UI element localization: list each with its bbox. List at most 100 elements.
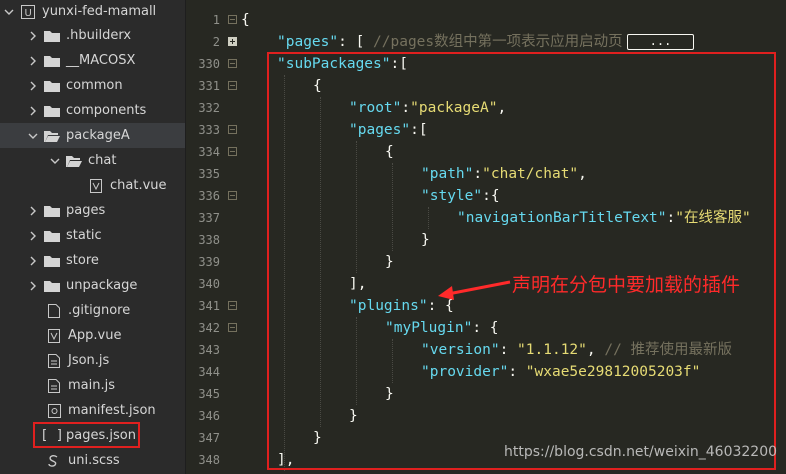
scss-file-icon	[46, 454, 62, 468]
vue-file-icon	[46, 328, 62, 343]
line-number: 337	[198, 211, 220, 225]
code-line-1: {	[241, 9, 250, 31]
fold-collapse-icon[interactable]	[228, 15, 237, 24]
js-file-icon	[46, 353, 62, 368]
file-icon	[46, 303, 62, 318]
folder-icon	[44, 204, 60, 218]
code-token: "pages"	[277, 34, 339, 50]
chevron-down-icon[interactable]	[4, 6, 14, 18]
chevron-right-icon[interactable]	[28, 230, 38, 242]
tree-item-label: main.js	[68, 378, 115, 393]
line-number: 339	[198, 255, 220, 269]
tree-item-app-vue[interactable]: App.vue	[0, 323, 185, 348]
line-number: 341	[198, 299, 220, 313]
tree-item-pages[interactable]: pages	[0, 198, 185, 223]
fold-collapse-icon[interactable]	[228, 323, 237, 332]
folder-icon	[44, 229, 60, 243]
vue-file-icon	[88, 178, 104, 193]
fold-collapse-icon[interactable]	[228, 191, 237, 200]
chevron-down-icon[interactable]	[50, 155, 60, 167]
project-explorer: U yunxi-fed-mamall .hbuilderx __MACOSX c…	[0, 0, 186, 474]
tree-item-uni-scss[interactable]: uni.scss	[0, 448, 185, 473]
chevron-right-icon[interactable]	[28, 105, 38, 117]
red-arrow-icon	[438, 280, 511, 300]
fold-expand-icon[interactable]	[228, 37, 237, 46]
line-number: 336	[198, 189, 220, 203]
tree-item-manifest-json[interactable]: manifest.json	[0, 398, 185, 423]
settings-file-icon	[46, 403, 62, 418]
tree-item-label: chat.vue	[110, 178, 167, 193]
tree-item-static[interactable]: static	[0, 223, 185, 248]
tree-item-label: Json.js	[68, 353, 110, 368]
line-number: 346	[198, 409, 220, 423]
line-number: 344	[198, 365, 220, 379]
line-number: 334	[198, 145, 220, 159]
chevron-right-icon[interactable]	[28, 205, 38, 217]
tree-item-label: __MACOSX	[66, 53, 136, 68]
chevron-right-icon[interactable]	[28, 255, 38, 267]
fold-collapse-icon[interactable]	[228, 125, 237, 134]
tree-item-unpackage[interactable]: unpackage	[0, 273, 185, 298]
line-number: 348	[198, 453, 220, 467]
tree-item-common[interactable]: common	[0, 73, 185, 98]
tree-item-json-js[interactable]: Json.js	[0, 348, 185, 373]
folder-icon	[44, 79, 60, 93]
project-root[interactable]: U yunxi-fed-mamall	[0, 0, 185, 24]
tree-item-label: packageA	[66, 128, 130, 143]
line-number: 338	[198, 233, 220, 247]
tree-item-label: store	[66, 253, 99, 268]
chevron-right-icon[interactable]	[28, 280, 38, 292]
svg-text:U: U	[25, 8, 32, 19]
project-name: yunxi-fed-mamall	[42, 4, 157, 19]
tree-item-main-js[interactable]: main.js	[0, 373, 185, 398]
chevron-right-icon[interactable]	[28, 80, 38, 92]
tree-item-label: pages	[66, 203, 106, 218]
fold-collapse-icon[interactable]	[228, 59, 237, 68]
tree-item-label: App.vue	[68, 328, 122, 343]
tree-item-label: common	[66, 78, 123, 93]
tree-item-label: unpackage	[66, 278, 138, 293]
tree-item-gitignore[interactable]: .gitignore	[0, 298, 185, 323]
fold-collapse-icon[interactable]	[228, 81, 237, 90]
folder-icon	[44, 279, 60, 293]
tree-item-store[interactable]: store	[0, 248, 185, 273]
pages-json-highlight	[33, 422, 140, 448]
watermark: https://blog.csdn.net/weixin_46032200	[504, 444, 778, 460]
fold-collapse-icon[interactable]	[228, 301, 237, 310]
tree-item-chat[interactable]: chat	[0, 148, 185, 173]
line-number: 332	[198, 101, 220, 115]
code-line-2: "pages": [ //pages数组中第一项表示应用启动页...	[277, 31, 695, 53]
line-number: 331	[198, 79, 220, 93]
tree-item-label: manifest.json	[68, 403, 156, 418]
tree-item-components[interactable]: components	[0, 98, 185, 123]
annotation-text: 声明在分包中要加载的插件	[512, 274, 741, 296]
tree-item-packagea[interactable]: packageA	[0, 123, 185, 148]
tree-item-chat-vue[interactable]: chat.vue	[0, 173, 185, 198]
folder-icon	[44, 29, 60, 43]
tree-item-hbuilderx[interactable]: .hbuilderx	[0, 23, 185, 48]
line-number: 1	[212, 13, 220, 27]
line-number: 330	[198, 57, 220, 71]
folder-icon	[44, 104, 60, 118]
line-number: 347	[198, 431, 220, 445]
code-token: {	[241, 12, 250, 28]
chevron-right-icon[interactable]	[28, 30, 38, 42]
fold-collapse-icon[interactable]	[228, 147, 237, 156]
folded-code-button[interactable]: ...	[626, 34, 695, 50]
chevron-down-icon[interactable]	[28, 130, 38, 142]
tree-item-label: uni.scss	[68, 453, 120, 468]
project-icon: U	[20, 4, 36, 19]
tree-item-label: chat	[88, 153, 117, 168]
line-number: 342	[198, 321, 220, 335]
tree-item-label: static	[66, 228, 102, 243]
line-number: 335	[198, 167, 220, 181]
chevron-right-icon[interactable]	[28, 55, 38, 67]
js-file-icon	[46, 378, 62, 393]
line-number: 345	[198, 387, 220, 401]
folder-open-icon	[66, 154, 82, 168]
tree-item-macosx[interactable]: __MACOSX	[0, 48, 185, 73]
subpackages-highlight	[267, 52, 776, 470]
line-number: 333	[198, 123, 220, 137]
line-number: 343	[198, 343, 220, 357]
tree-item-label: .gitignore	[68, 303, 131, 318]
